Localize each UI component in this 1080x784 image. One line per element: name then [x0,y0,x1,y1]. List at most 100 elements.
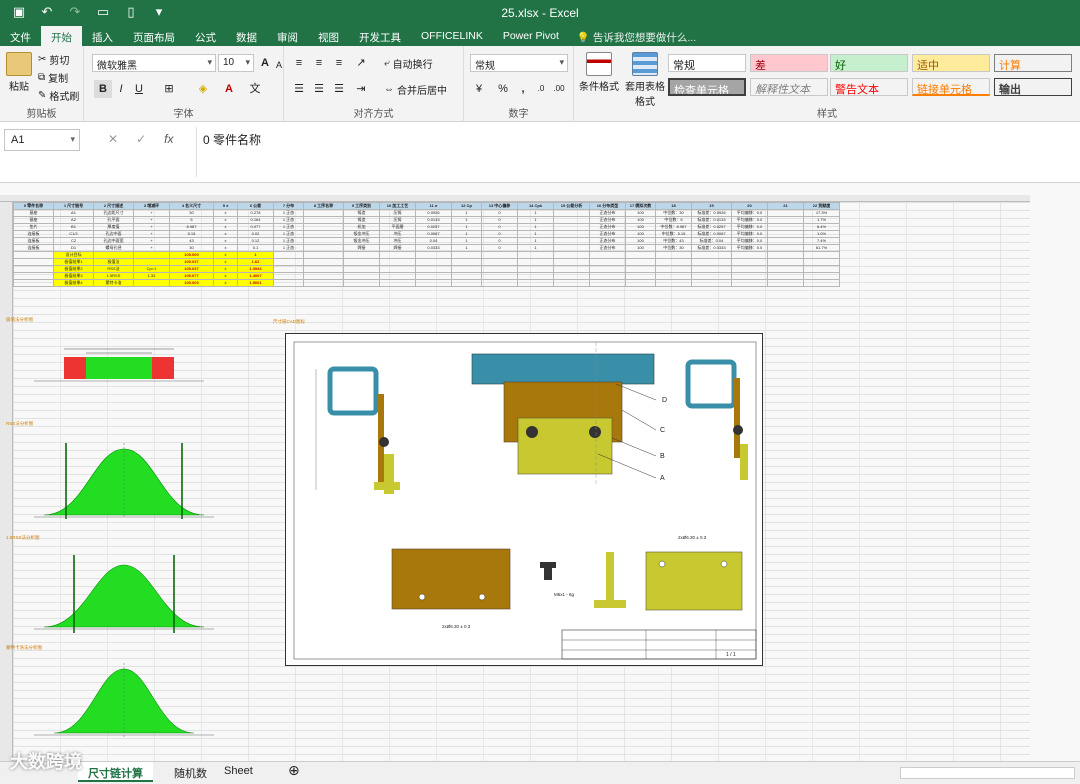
table-cell[interactable]: 13 中心偏移 [481,202,518,210]
table-cell[interactable] [303,230,344,238]
underline-button[interactable]: U [130,80,148,98]
table-cell[interactable] [803,279,840,287]
table-cell[interactable] [589,279,626,287]
table-cell[interactable]: ± [213,223,238,231]
table-cell[interactable]: 平均偏移：0.0 [731,237,768,245]
table-cell[interactable]: + [133,230,170,238]
increase-decimal-icon[interactable]: .0 [532,80,550,98]
table-cell[interactable]: 17 模拟次数 [625,202,656,210]
table-cell[interactable]: 0 零件名称 [13,202,54,210]
table-cell[interactable]: 标准差：0.0133 [691,216,732,224]
italic-button[interactable]: I [112,80,130,98]
decrease-decimal-icon[interactable]: .00 [550,80,568,98]
extreme-method-chart[interactable] [14,325,224,405]
table-cell[interactable] [731,265,768,273]
table-cell[interactable]: 设计目标 [53,251,94,259]
number-format-select[interactable]: 常规 [470,54,568,72]
table-cell[interactable]: 螺母孔径 [93,244,134,252]
percent-button[interactable]: % [494,80,512,98]
table-cell[interactable]: 14 Cpk [517,202,554,210]
style-warning[interactable]: 警告文本 [830,78,908,96]
align-top-icon[interactable]: ≡ [290,54,308,72]
table-cell[interactable]: 100.037 [169,265,214,273]
table-cell[interactable] [343,272,380,280]
table-cell[interactable] [625,272,656,280]
style-normal[interactable]: 常规 [668,54,746,72]
table-cell[interactable]: 100.000 [169,251,214,259]
table-cell[interactable]: A2 [53,216,94,224]
table-cell[interactable]: 8 工序名称 [303,202,344,210]
indent-icon[interactable]: ⇥ [352,80,370,98]
table-cell[interactable]: 100 [625,209,656,217]
table-cell[interactable] [13,265,54,273]
table-cell[interactable] [803,265,840,273]
table-cell[interactable]: 0.0333 [415,244,452,252]
table-cell[interactable]: C2 [53,237,94,245]
table-cell[interactable]: 焊接 [379,244,416,252]
table-cell[interactable] [273,258,304,266]
table-cell[interactable]: 机加 [343,223,380,231]
table-cell[interactable] [589,251,626,259]
table-cell[interactable]: 18 [655,202,692,210]
table-cell[interactable]: 1 [451,230,482,238]
table-cell[interactable]: RSS法 [93,265,134,273]
table-cell[interactable]: 标准差：0.0333 [691,244,732,252]
table-cell[interactable] [767,230,804,238]
table-cell[interactable]: C1/2 [53,230,94,238]
align-middle-icon[interactable]: ≡ [310,54,328,72]
table-cell[interactable]: 2 尺寸描述 [93,202,134,210]
table-cell[interactable] [273,279,304,287]
table-cell[interactable]: 连接板 [13,230,54,238]
table-cell[interactable] [731,272,768,280]
table-cell[interactable]: 6.4% [803,223,840,231]
table-cell[interactable]: 1.4007 [237,272,274,280]
align-bottom-icon[interactable]: ≡ [330,54,348,72]
font-name-select[interactable]: 微软雅黑 [92,54,216,72]
conditional-formatting-button[interactable]: 条件格式 [576,52,622,93]
tab-insert[interactable]: 插入 [82,26,123,46]
table-cell[interactable]: 正态分布 [589,230,626,238]
table-cell[interactable] [625,265,656,273]
table-cell[interactable]: 1 正态 [273,244,304,252]
tab-page-layout[interactable]: 页面布局 [123,26,185,46]
table-cell[interactable]: 平均偏移：0.0 [731,223,768,231]
table-cell[interactable] [13,258,54,266]
table-cell[interactable]: 1 正态 [273,223,304,231]
table-cell[interactable] [379,251,416,259]
table-cell[interactable]: 1 [451,244,482,252]
table-cell[interactable] [133,258,170,266]
table-cell[interactable]: 连接板 [13,237,54,245]
tab-file[interactable]: 文件 [0,26,41,46]
style-good[interactable]: 好 [830,54,908,72]
table-cell[interactable]: + [133,223,170,231]
table-cell[interactable]: 4 名义尺寸 [169,202,214,210]
paste-button[interactable]: 粘贴 [4,52,34,93]
table-cell[interactable] [303,209,344,217]
table-cell[interactable]: 基座 [13,209,54,217]
table-cell[interactable] [553,244,590,252]
table-cell[interactable]: 0.02 [237,230,274,238]
table-cell[interactable]: 1.5RSS [93,272,134,280]
table-cell[interactable] [553,272,590,280]
wrap-text-button[interactable]: ⤶ 自动换行 [384,56,433,71]
style-linked-cell[interactable]: 链接单元格 [912,78,990,96]
table-cell[interactable]: 30 [169,244,214,252]
table-cell[interactable]: 平均偏移：0.0 [731,230,768,238]
table-cell[interactable] [767,258,804,266]
table-cell[interactable] [767,223,804,231]
table-cell[interactable]: 0 [481,244,518,252]
table-cell[interactable]: 垫片 [13,223,54,231]
table-cell[interactable] [303,258,344,266]
table-cell[interactable]: 21 [767,202,804,210]
table-cell[interactable]: 焊接 [343,244,380,252]
table-cell[interactable] [13,272,54,280]
data-table[interactable]: 0 零件名称 1 尺寸链号 2 尺寸描述 3 增减环 4 名义尺寸 5 ±6 公差 7 分布… [13,202,840,287]
table-cell[interactable]: 30 [169,209,214,217]
table-cell[interactable] [303,216,344,224]
accounting-format-icon[interactable]: ¥ [470,80,488,98]
tab-developer[interactable]: 开发工具 [349,26,411,46]
table-cell[interactable]: 连接板 [13,244,54,252]
table-cell[interactable]: 中位数：30 [655,244,692,252]
table-cell[interactable]: 标准差：0.0067 [691,230,732,238]
table-cell[interactable] [553,265,590,273]
